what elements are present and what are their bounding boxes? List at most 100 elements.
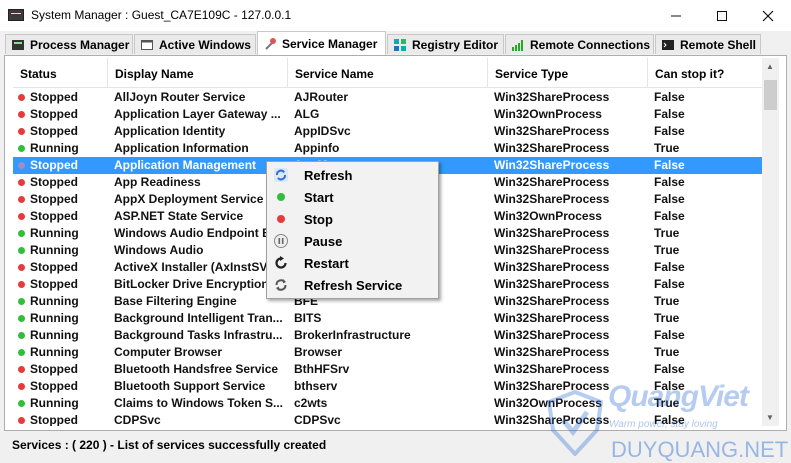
service-name-cell: BITS [294,311,322,325]
can-stop-cell: False [654,362,685,376]
tab-remote-shell[interactable]: Remote Shell [655,34,761,54]
can-stop-cell: True [654,141,680,155]
maximize-button[interactable] [699,0,745,31]
service-name-cell: ALG [294,107,320,121]
status-label: Running [30,345,79,359]
status-cell: Running [13,225,108,242]
refresh-service-icon [273,277,289,293]
stopped-status-icon [18,383,25,390]
service-icon [263,37,277,51]
menu-item-stop[interactable]: Stop [267,208,437,230]
menu-item-refresh[interactable]: Refresh [267,164,437,186]
stopped-status-icon [18,213,25,220]
display-name-cell: Computer Browser [114,345,223,359]
tab-active-windows[interactable]: Active Windows [134,34,256,54]
status-label: Running [30,243,79,257]
service-type-cell: Win32ShareProcess [494,413,610,426]
stopped-status-icon [18,179,25,186]
shell-icon [661,38,675,52]
stopped-status-icon [18,162,25,169]
minimize-icon [671,15,681,16]
can-stop-cell: False [654,379,685,393]
vertical-scrollbar[interactable]: ▲ ▼ [762,58,779,426]
status-cell: Stopped [13,191,108,208]
running-status-icon [18,400,25,407]
table-row[interactable]: Stopped Application Layer Gateway ... ALG W… [13,106,765,123]
running-status-icon [18,247,25,254]
scroll-up-arrow-icon[interactable]: ▲ [766,62,774,71]
running-status-icon [18,145,25,152]
watermark-site: DUYQUANG.NET [611,437,789,462]
column-status[interactable]: Status [13,58,108,87]
stopped-status-icon [18,281,25,288]
table-row[interactable]: Running Application Information Appinfo Win… [13,140,765,157]
table-row[interactable]: Stopped Bluetooth Support Service bthserv W… [13,378,765,395]
can-stop-cell: False [654,209,685,223]
service-name-cell: BthHFSrv [294,362,350,376]
display-name-cell: AllJoyn Router Service [114,90,246,104]
running-status-icon [18,332,25,339]
table-row[interactable]: Stopped Bluetooth Handsfree Service BthHFS… [13,361,765,378]
tab-label: Remote Connections [530,37,651,52]
table-row[interactable]: Stopped CDPSvc CDPSvc Win32ShareProcess Fals… [13,412,765,426]
window-icon [140,38,154,52]
status-cell: Running [13,140,108,157]
status-cell: Running [13,327,108,344]
maximize-icon [717,10,727,21]
status-cell: Stopped [13,106,108,123]
menu-item-pause[interactable]: Pause [267,230,437,252]
tab-process-manager[interactable]: Process Manager [5,34,133,54]
menu-item-refresh-service[interactable]: Refresh Service [267,274,437,296]
minimize-button[interactable] [653,0,699,31]
can-stop-cell: False [654,158,685,172]
table-row[interactable]: Stopped Application Identity AppIDSvc Win32… [13,123,765,140]
tab-service-manager[interactable]: Service Manager [257,31,386,55]
table-row[interactable]: Stopped AllJoyn Router Service AJRouter Win… [13,89,765,106]
status-label: Stopped [30,124,78,138]
status-cell: Stopped [13,157,108,174]
display-name-cell: App Readiness [114,175,201,189]
menu-item-start[interactable]: Start [267,186,437,208]
table-row[interactable]: Running Background Tasks Infrastru... Brok… [13,327,765,344]
column-display-name[interactable]: Display Name [108,58,288,87]
can-stop-cell: False [654,107,685,121]
can-stop-cell: True [654,345,680,359]
table-row[interactable]: Running Claims to Windows Token S... c2wts… [13,395,765,412]
tab-remote-connections[interactable]: Remote Connections [505,34,654,54]
close-button[interactable] [745,0,791,31]
stopped-status-icon [18,417,25,424]
status-cell: Running [13,395,108,412]
menu-item-label: Restart [304,255,349,271]
display-name-cell: Background Tasks Infrastru... [114,328,283,342]
status-cell: Stopped [13,412,108,426]
status-label: Stopped [30,209,78,223]
display-name-cell: Application Management [114,158,257,172]
column-can-stop[interactable]: Can stop it? [648,58,765,87]
refresh-icon [273,167,289,183]
context-menu: Refresh Start Stop Pause Restart Refresh… [266,161,439,299]
display-name-cell: Background Intelligent Tran... [114,311,283,325]
running-status-icon [18,315,25,322]
title-bar: System Manager : Guest_CA7E109C - 127.0.… [0,0,791,31]
stopped-status-icon [18,196,25,203]
status-label: Stopped [30,277,78,291]
service-type-cell: Win32OwnProcess [494,396,602,410]
menu-item-restart[interactable]: Restart [267,252,437,274]
scrollbar-thumb[interactable] [764,80,777,110]
service-type-cell: Win32ShareProcess [494,90,610,104]
scroll-down-arrow-icon[interactable]: ▼ [766,413,774,422]
can-stop-cell: True [654,226,680,240]
table-row[interactable]: Running Computer Browser Browser Win32Share… [13,344,765,361]
table-row[interactable]: Running Background Intelligent Tran... BIT… [13,310,765,327]
status-label: Stopped [30,158,78,172]
service-type-cell: Win32ShareProcess [494,362,610,376]
column-service-name[interactable]: Service Name [288,58,488,87]
tab-registry-editor[interactable]: Registry Editor [387,34,504,54]
menu-item-label: Start [304,189,334,205]
display-name-cell: ASP.NET State Service [114,209,244,223]
stopped-status-icon [18,94,25,101]
can-stop-cell: False [654,192,685,206]
service-name-cell: bthserv [294,379,338,393]
service-type-cell: Win32OwnProcess [494,107,602,121]
column-service-type[interactable]: Service Type [488,58,648,87]
